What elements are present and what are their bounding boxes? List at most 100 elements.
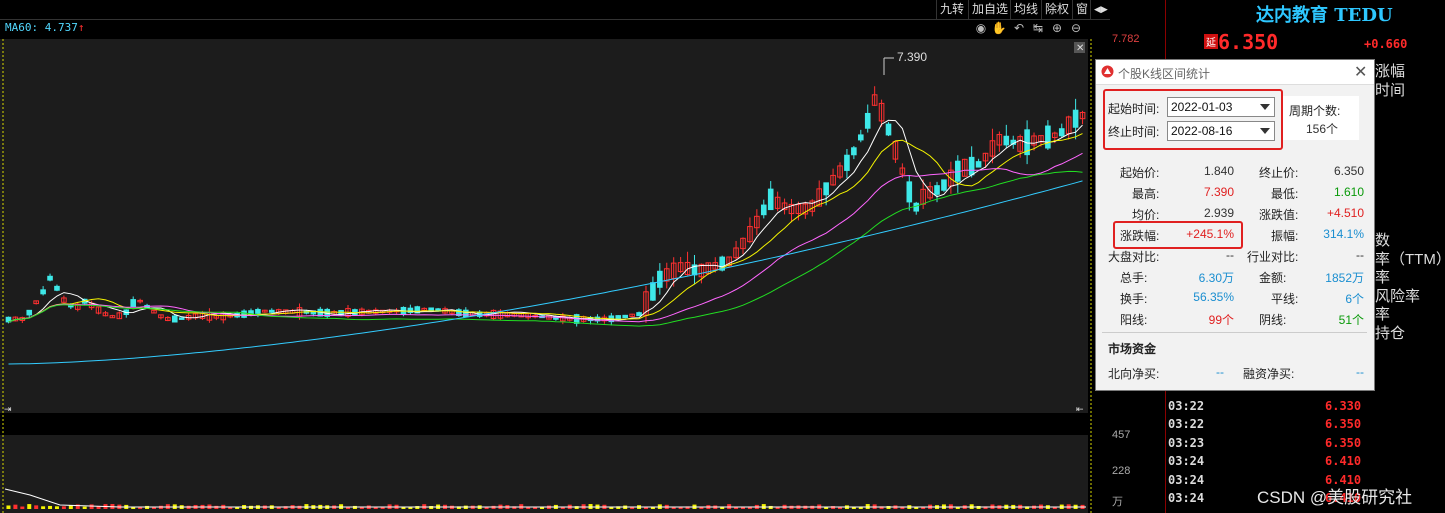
candle-body [1058, 128, 1065, 137]
candle-body [657, 270, 663, 288]
volume-bar [415, 506, 420, 509]
candle-body [622, 314, 628, 319]
volume-label: 总手: [1120, 271, 1148, 285]
market-funds-title: 市场资金 [1108, 342, 1157, 356]
start-date-value: 2022-01-03 [1171, 100, 1233, 114]
chevron-down-icon [1260, 128, 1270, 134]
volume-bar [20, 506, 25, 509]
window-button[interactable]: 窗 [1072, 0, 1091, 19]
section-divider [1102, 332, 1367, 333]
undo-icon[interactable]: ↶ [1011, 20, 1027, 36]
chart-close-glyph: ✕ [1076, 43, 1084, 54]
volume-bar [886, 506, 891, 509]
candle-body [47, 275, 53, 281]
candle-body [636, 312, 642, 317]
market-compare-label: 大盘对比: [1108, 250, 1160, 264]
dialog-titlebar[interactable]: 个股K线区间统计 ✕ [1096, 60, 1374, 85]
hand-icon[interactable]: ✋ [991, 20, 1007, 36]
candle-body [650, 282, 656, 301]
peek-label: 率 [1375, 269, 1391, 286]
watermark: CSDN @美股研究社 [1257, 488, 1413, 507]
down-candles-value: 51个 [1338, 313, 1364, 327]
period-count-label: 周期个数: [1289, 104, 1341, 118]
volume-value: 6.30万 [1198, 271, 1234, 285]
volume-bar [82, 506, 87, 509]
volume-bar [34, 505, 39, 509]
volume-bar [54, 506, 59, 509]
flat-candles-label: 平线: [1271, 292, 1299, 306]
app-logo-icon [1101, 65, 1114, 78]
amplitude-value: 314.1% [1323, 227, 1364, 241]
period-count-box: 周期个数: 156个 [1283, 96, 1359, 140]
tick-price: 6.350 [1325, 417, 1362, 431]
candle-body [255, 308, 261, 314]
add-favorite-button[interactable]: 加自选 [968, 0, 1011, 19]
close-icon[interactable]: ✕ [1354, 62, 1367, 82]
ma60-indicator: MA60: 4.737↑ [5, 21, 84, 34]
amount-label: 金额: [1259, 271, 1287, 285]
tick-price: 6.410 [1325, 454, 1362, 468]
tick-time: 03:24 [1168, 454, 1205, 468]
margin-buy-value: -- [1356, 365, 1364, 379]
candle-body [975, 161, 982, 168]
candle-body [26, 309, 33, 316]
volume-bar [48, 505, 53, 509]
eye-icon[interactable]: ◉ [973, 20, 989, 36]
start-date-select[interactable]: 2022-01-03 [1167, 97, 1275, 117]
candle-body [1072, 109, 1079, 128]
end-price-label: 终止价: [1259, 166, 1299, 180]
period-count-value: 156个 [1306, 122, 1339, 136]
volume-bar [831, 506, 836, 509]
candle-body [864, 112, 871, 129]
chevron-down-icon [1260, 104, 1270, 110]
down-candles-label: 阴线: [1259, 313, 1287, 327]
low-value: 1.610 [1333, 185, 1364, 199]
scroll-right-icon: ⇤ [1076, 404, 1084, 414]
tick-price: 6.330 [1325, 399, 1362, 413]
ex-rights-button[interactable]: 除权 [1041, 0, 1072, 19]
price-change: +0.660 [1364, 37, 1408, 51]
amplitude-label: 振幅: [1271, 229, 1299, 243]
industry-compare-label: 行业对比: [1247, 250, 1299, 264]
tick-time: 03:24 [1168, 473, 1205, 487]
zoom-out-icon[interactable]: ⊖ [1068, 20, 1084, 36]
volume-bar [41, 506, 46, 509]
volume-bar [61, 506, 66, 509]
end-price-value: 6.350 [1333, 164, 1364, 178]
up-candles-value: 99个 [1208, 313, 1234, 327]
stock-title: 达内教育 TEDU [1256, 5, 1393, 26]
northbound-label: 北向净买: [1108, 367, 1160, 381]
kline-chart[interactable]: 7.390 ⇥ ⇤ ✕ [0, 19, 1110, 513]
peek-label: 时间 [1375, 82, 1406, 99]
tick-time: 03:24 [1168, 491, 1205, 505]
nine-turn-button[interactable]: 九转 [936, 0, 967, 19]
dialog-title: 个股K线区间统计 [1118, 67, 1211, 81]
peek-label: 涨幅 [1375, 63, 1406, 80]
change-pct-label: 涨跌幅: [1120, 229, 1160, 243]
start-price-label: 起始价: [1120, 166, 1160, 180]
end-date-select[interactable]: 2022-08-16 [1167, 121, 1275, 141]
candle-body [463, 309, 469, 318]
candle-body [171, 315, 178, 323]
tick-time: 03:22 [1168, 417, 1205, 431]
vol-axis-label-mid: 228 [1112, 465, 1131, 477]
ma-button[interactable]: 均线 [1010, 0, 1041, 19]
delayed-badge: 延 [1204, 34, 1218, 49]
candle-body [1003, 135, 1010, 146]
candle-body [767, 188, 774, 211]
ma60-value: MA60: 4.737 [5, 21, 78, 34]
volume-bar [429, 506, 434, 509]
flat-candles-value: 6个 [1345, 292, 1364, 306]
zoom-in-icon[interactable]: ⊕ [1049, 20, 1065, 36]
candle-body [130, 299, 136, 307]
candle-body [885, 123, 892, 136]
start-time-label: 起始时间: [1108, 102, 1160, 116]
change-pct-value: +245.1% [1186, 227, 1234, 241]
panel-toggle-button[interactable]: ◀▶ [1090, 0, 1111, 19]
reset-icon[interactable]: ↹ [1030, 20, 1046, 36]
peak-label: 7.390 [897, 50, 927, 64]
candle-body [268, 309, 275, 313]
peek-label: 持仓 [1375, 325, 1406, 342]
candle-body [428, 307, 434, 311]
volume-bar [27, 504, 32, 509]
